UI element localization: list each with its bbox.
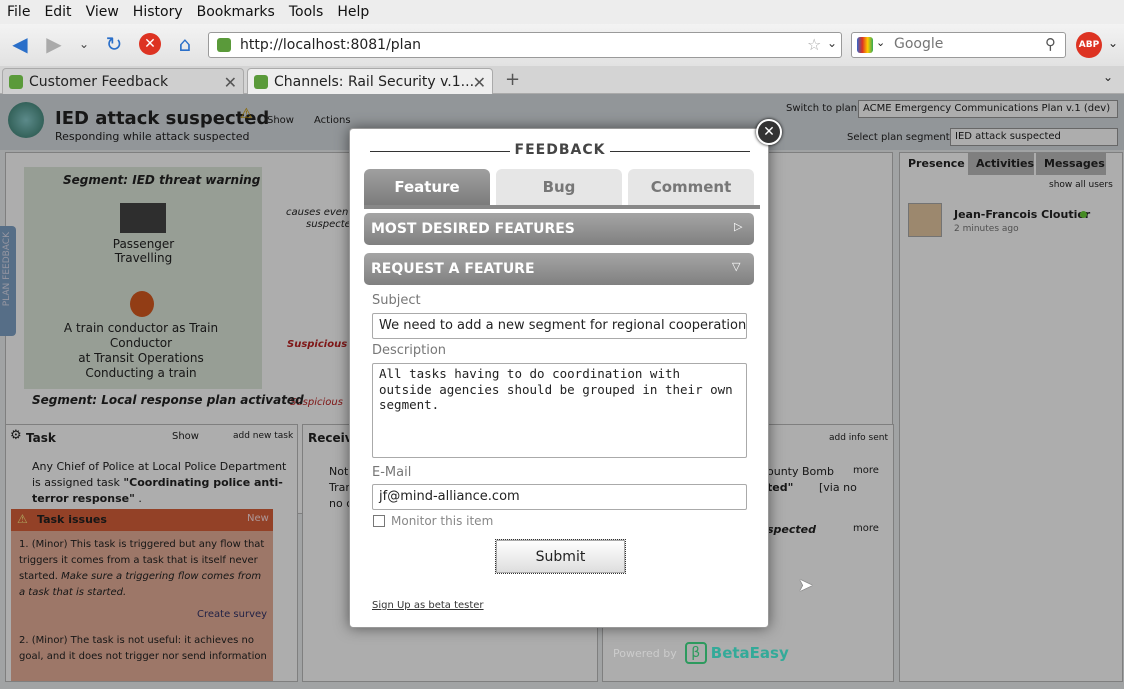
forward-arrow-icon: ▶	[46, 32, 62, 56]
chevron-down-icon: ⌄	[78, 37, 90, 51]
menu-file[interactable]: File	[0, 4, 37, 20]
url-text: http://localhost:8081/plan	[240, 37, 422, 53]
home-icon: ⌂	[178, 32, 192, 56]
tab-label: Customer Feedback	[29, 73, 169, 90]
search-input[interactable]	[894, 36, 1044, 52]
tab-feature[interactable]: Feature	[364, 169, 490, 205]
home-button[interactable]: ⌂	[173, 32, 197, 56]
back-button[interactable]: ◀	[8, 32, 32, 56]
request-feature-header[interactable]: REQUEST A FEATURE ▽	[364, 253, 754, 285]
signup-beta-link[interactable]: Sign Up as beta tester	[372, 600, 484, 611]
adblock-icon: ABP	[1078, 40, 1100, 50]
menu-view[interactable]: View	[79, 4, 126, 20]
history-dropdown[interactable]: ⌄	[72, 32, 96, 56]
reload-icon: ↻	[105, 32, 123, 56]
powered-label: Powered by	[613, 646, 677, 660]
submit-button[interactable]: Submit	[495, 539, 626, 574]
close-icon[interactable]: ✕	[473, 73, 486, 92]
menu-tools[interactable]: Tools	[282, 4, 331, 20]
subject-value: We need to add a new segment for regiona…	[379, 318, 747, 333]
description-label: Description	[372, 343, 447, 358]
menu-help[interactable]: Help	[330, 4, 376, 20]
monitor-checkbox[interactable]	[373, 515, 385, 527]
tab-channels[interactable]: Channels: Rail Security v.1... ✕	[247, 68, 493, 94]
bookmark-star-icon[interactable]: ☆	[807, 35, 821, 54]
feedback-dialog: ✕ FEEDBACK Feature Bug Comment MOST DESI…	[349, 119, 782, 628]
feedback-title: FEEDBACK	[510, 142, 610, 158]
site-icon	[254, 74, 268, 89]
description-value: All tasks having to do coordination with…	[379, 366, 733, 412]
most-desired-label: MOST DESIRED FEATURES	[371, 221, 575, 237]
monitor-label: Monitor this item	[391, 514, 494, 528]
reload-button[interactable]: ↻	[102, 32, 126, 56]
menu-bar: File Edit View History Bookmarks Tools H…	[0, 0, 1124, 24]
engine-dropdown-icon[interactable]: ⌄	[876, 36, 885, 49]
menu-edit[interactable]: Edit	[37, 4, 78, 20]
forward-button[interactable]: ▶	[42, 32, 66, 56]
menu-history[interactable]: History	[126, 4, 190, 20]
adblock-button[interactable]: ABP	[1076, 32, 1102, 58]
site-icon	[217, 38, 231, 52]
site-icon	[9, 74, 23, 89]
request-feature-label: REQUEST A FEATURE	[371, 261, 535, 277]
betaeasy-brand[interactable]: BetaEasy	[711, 644, 789, 662]
powered-by: Powered by β BetaEasy	[613, 642, 789, 664]
stop-icon: ✕	[139, 33, 161, 55]
search-icon[interactable]: ⚲	[1045, 35, 1056, 53]
back-arrow-icon: ◀	[12, 32, 28, 56]
search-bar[interactable]: ⌄ ⚲	[851, 32, 1066, 58]
tab-underline	[364, 205, 760, 209]
tab-list-icon[interactable]: ⌄	[1103, 70, 1113, 84]
description-field[interactable]: All tasks having to do coordination with…	[372, 363, 747, 458]
tab-bug[interactable]: Bug	[496, 169, 622, 205]
close-icon[interactable]: ✕	[224, 73, 237, 92]
email-value: jf@mind-alliance.com	[379, 489, 520, 504]
subject-field[interactable]: We need to add a new segment for regiona…	[372, 313, 747, 339]
google-engine-icon[interactable]	[857, 37, 873, 53]
tab-comment[interactable]: Comment	[628, 169, 754, 205]
menu-bookmarks[interactable]: Bookmarks	[190, 4, 282, 20]
toolbar-overflow-icon[interactable]: ⌄	[1108, 36, 1118, 50]
email-label: E-Mail	[372, 465, 412, 480]
navigation-toolbar: ◀ ▶ ⌄ ↻ ✕ ⌂ http://localhost:8081/plan ☆…	[0, 24, 1124, 66]
email-field[interactable]: jf@mind-alliance.com	[372, 484, 747, 510]
tab-customer-feedback[interactable]: Customer Feedback ✕	[2, 68, 244, 94]
tab-label: Channels: Rail Security v.1...	[274, 73, 475, 90]
url-bar[interactable]: http://localhost:8081/plan ☆ ⌄	[208, 32, 842, 58]
expand-down-icon: ▽	[732, 260, 741, 273]
expand-right-icon: ▷	[734, 220, 743, 233]
stop-button[interactable]: ✕	[138, 32, 162, 56]
most-desired-features-header[interactable]: MOST DESIRED FEATURES ▷	[364, 213, 754, 245]
url-dropdown-icon[interactable]: ⌄	[827, 36, 837, 50]
new-tab-button[interactable]: +	[505, 69, 520, 90]
subject-label: Subject	[372, 293, 421, 308]
mouse-cursor-icon: ➤	[798, 575, 814, 596]
close-icon: ✕	[763, 124, 775, 140]
tab-bar: Customer Feedback ✕ Channels: Rail Secur…	[0, 66, 1124, 94]
betaeasy-logo-icon: β	[684, 642, 707, 664]
close-dialog-button[interactable]: ✕	[756, 119, 782, 145]
